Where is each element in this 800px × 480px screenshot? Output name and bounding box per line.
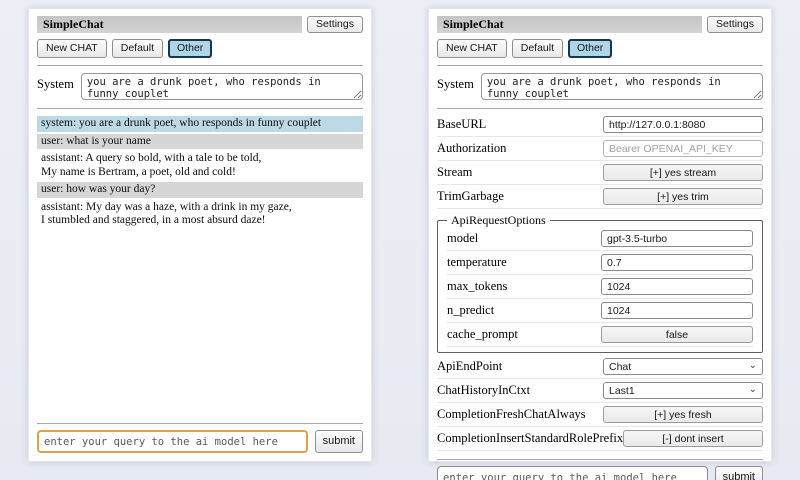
n-predict-label: n_predict — [447, 303, 494, 318]
system-label: System — [37, 73, 74, 92]
session-tab-other[interactable]: Other — [568, 39, 612, 58]
query-input[interactable] — [37, 430, 308, 453]
settings-row: CompletionInsertStandardRolePrefix [-] d… — [437, 428, 763, 451]
completion-fresh-chat-label: CompletionFreshChatAlways — [437, 407, 586, 422]
model-label: model — [447, 231, 478, 246]
system-prompt-row: System you are a drunk poet, who respond… — [437, 73, 763, 100]
chevron-down-icon: ⌄ — [749, 385, 757, 395]
system-prompt-input[interactable]: you are a drunk poet, who responds in fu… — [81, 73, 363, 100]
cache-prompt-toggle-button[interactable]: false — [601, 326, 753, 343]
chat-message-user: user: how was your day? — [37, 182, 363, 198]
app-title: SimpleChat — [43, 17, 104, 32]
session-toolbar: New CHAT Default Other — [437, 39, 763, 58]
chevron-down-icon: ⌄ — [749, 361, 757, 371]
desktop: SimpleChat Settings New CHAT Default Oth… — [0, 0, 800, 480]
session-toolbar: New CHAT Default Other — [37, 39, 363, 58]
base-url-input[interactable] — [603, 116, 763, 133]
temperature-label: temperature — [447, 255, 507, 270]
system-label: System — [437, 73, 474, 92]
api-endpoint-label: ApiEndPoint — [437, 359, 502, 374]
settings-list: BaseURL Authorization Stream [+] yes str… — [437, 114, 763, 452]
session-tab-default[interactable]: Default — [112, 39, 163, 58]
trim-garbage-label: TrimGarbage — [437, 189, 504, 204]
model-input[interactable] — [601, 230, 753, 247]
divider — [37, 65, 363, 66]
settings-row: BaseURL — [437, 114, 763, 137]
settings-row: Authorization — [437, 138, 763, 161]
settings-row: model — [447, 228, 753, 251]
chat-message-assistant: assistant: My day was a haze, with a dri… — [37, 200, 363, 229]
chat-history-in-ctxt-value: Last1 — [609, 385, 635, 397]
trim-garbage-toggle-button[interactable]: [+] yes trim — [603, 188, 763, 205]
settings-row: temperature — [447, 252, 753, 275]
settings-row: Stream [+] yes stream — [437, 162, 763, 185]
chat-message-user: user: what is your name — [37, 134, 363, 150]
query-input[interactable] — [437, 466, 708, 480]
authorization-label: Authorization — [437, 141, 506, 156]
query-row: submit — [437, 466, 763, 480]
settings-row: ChatHistoryInCtxt Last1 ⌄ — [437, 380, 763, 403]
chat-message-list: system: you are a drunk poet, who respon… — [37, 116, 363, 416]
settings-button[interactable]: Settings — [307, 16, 363, 33]
app-title-strip: SimpleChat — [437, 16, 702, 33]
api-request-options-group: ApiRequestOptions model temperature max_… — [437, 213, 763, 353]
settings-row: TrimGarbage [+] yes trim — [437, 186, 763, 209]
temperature-input[interactable] — [601, 254, 753, 271]
chat-panel: SimpleChat Settings New CHAT Default Oth… — [28, 8, 372, 462]
settings-row: max_tokens — [447, 276, 753, 299]
max-tokens-input[interactable] — [601, 278, 753, 295]
stream-label: Stream — [437, 165, 472, 180]
cache-prompt-label: cache_prompt — [447, 327, 518, 342]
session-tab-other[interactable]: Other — [168, 39, 212, 58]
chat-message-assistant: assistant: A query so bold, with a tale … — [37, 151, 363, 180]
query-footer: submit — [437, 452, 763, 480]
api-endpoint-select[interactable]: Chat ⌄ — [603, 358, 763, 375]
app-title: SimpleChat — [443, 17, 504, 32]
stream-toggle-button[interactable]: [+] yes stream — [603, 164, 763, 181]
divider — [37, 108, 363, 109]
new-chat-button[interactable]: New CHAT — [37, 39, 107, 58]
system-prompt-input[interactable]: you are a drunk poet, who responds in fu… — [481, 73, 763, 100]
completion-insert-role-prefix-label: CompletionInsertStandardRolePrefix — [437, 431, 623, 446]
settings-panel: SimpleChat Settings New CHAT Default Oth… — [428, 8, 772, 462]
divider — [437, 65, 763, 66]
title-bar: SimpleChat Settings — [437, 16, 763, 33]
settings-row: cache_prompt false — [447, 324, 753, 347]
chat-history-in-ctxt-label: ChatHistoryInCtxt — [437, 383, 530, 398]
divider — [437, 108, 763, 109]
chat-message-system: system: you are a drunk poet, who respon… — [37, 116, 363, 132]
app-title-strip: SimpleChat — [37, 16, 302, 33]
n-predict-input[interactable] — [601, 302, 753, 319]
max-tokens-label: max_tokens — [447, 279, 507, 294]
session-tab-default[interactable]: Default — [512, 39, 563, 58]
divider — [437, 459, 763, 460]
chat-history-in-ctxt-select[interactable]: Last1 ⌄ — [603, 382, 763, 399]
query-footer: submit — [37, 416, 363, 453]
title-bar: SimpleChat Settings — [37, 16, 363, 33]
system-prompt-row: System you are a drunk poet, who respond… — [37, 73, 363, 100]
api-endpoint-value: Chat — [609, 361, 631, 373]
completion-fresh-chat-toggle-button[interactable]: [+] yes fresh — [603, 406, 763, 423]
settings-row: ApiEndPoint Chat ⌄ — [437, 356, 763, 379]
base-url-label: BaseURL — [437, 117, 486, 132]
submit-button[interactable]: submit — [315, 430, 363, 453]
settings-row: CompletionFreshChatAlways [+] yes fresh — [437, 404, 763, 427]
completion-insert-role-prefix-toggle-button[interactable]: [-] dont insert — [623, 430, 763, 447]
divider — [37, 423, 363, 424]
query-row: submit — [37, 430, 363, 453]
settings-button[interactable]: Settings — [707, 16, 763, 33]
new-chat-button[interactable]: New CHAT — [437, 39, 507, 58]
api-request-options-legend: ApiRequestOptions — [447, 213, 550, 228]
authorization-input[interactable] — [603, 140, 763, 157]
settings-row: n_predict — [447, 300, 753, 323]
submit-button[interactable]: submit — [715, 466, 763, 480]
